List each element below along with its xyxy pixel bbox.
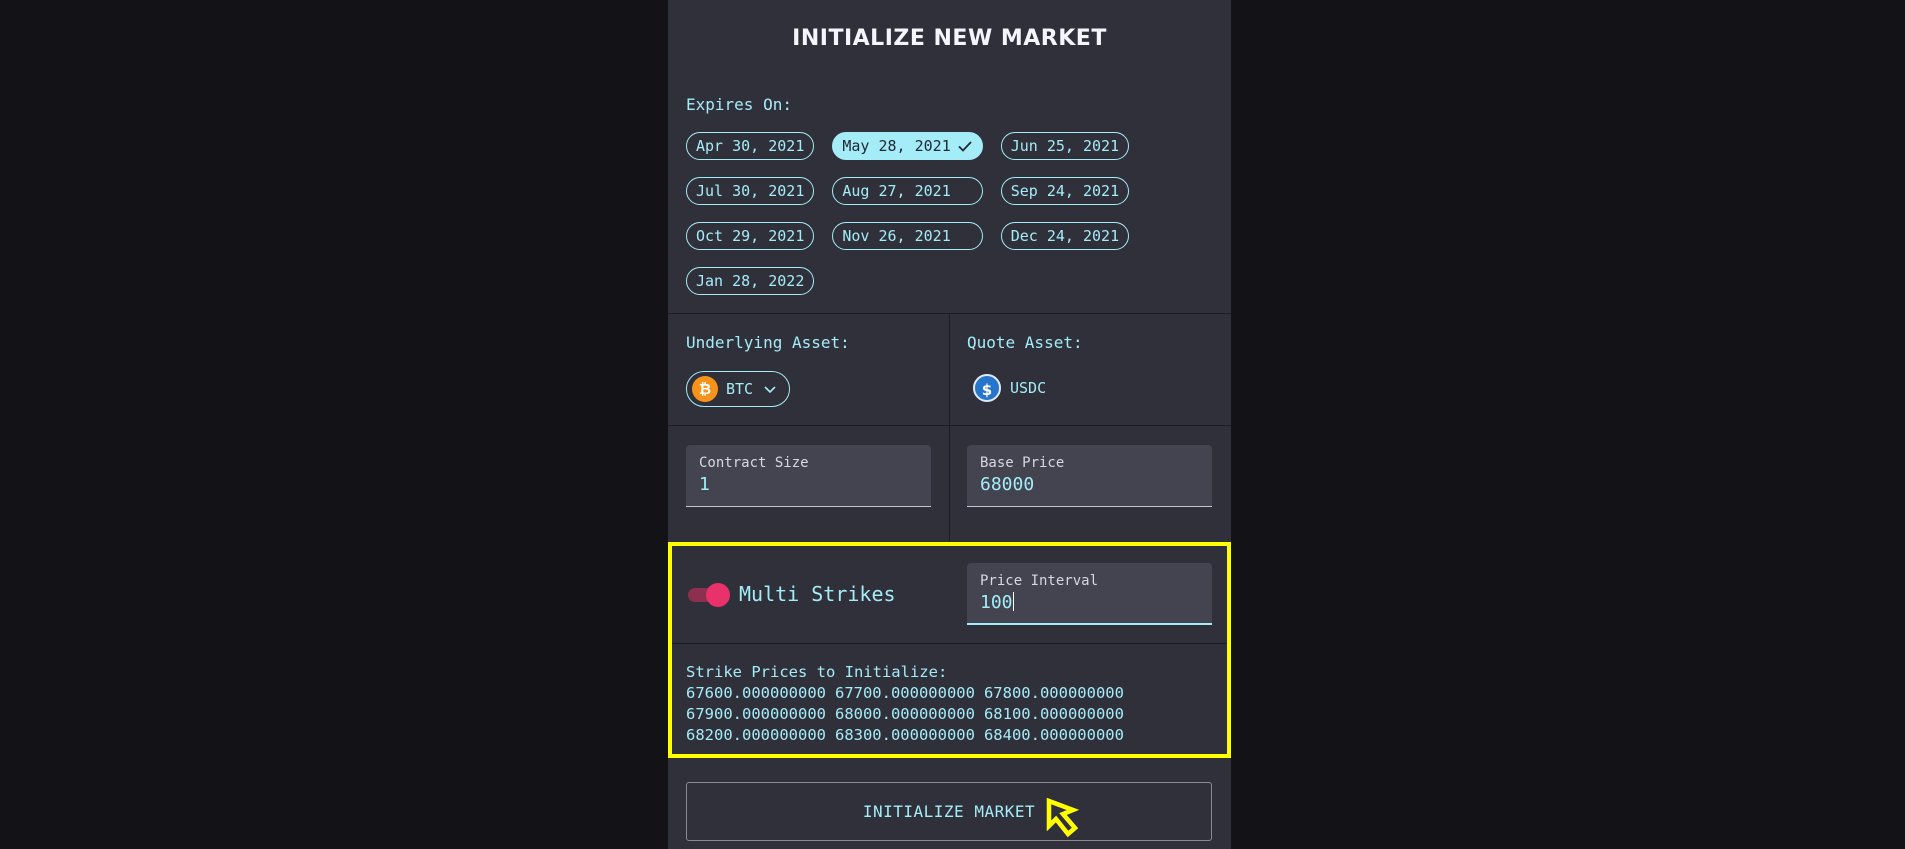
expiry-option-label: Apr 30, 2021 (696, 137, 805, 155)
expiry-option-chip[interactable]: Jan 28, 2022 (686, 267, 815, 295)
expiry-option-label: Aug 27, 2021 (842, 182, 951, 200)
underlying-asset-value: BTC (726, 380, 754, 398)
quote-asset-value: USDC (1010, 379, 1047, 397)
page-title: INITIALIZE NEW MARKET (792, 26, 1107, 51)
divider (668, 425, 1231, 426)
expiry-option-label: May 28, 2021 (842, 137, 951, 155)
expiry-option-label: Nov 26, 2021 (842, 227, 951, 245)
expiry-option-chip[interactable]: Jun 25, 2021 (1000, 132, 1130, 160)
initialize-market-button[interactable]: INITIALIZE MARKET (686, 782, 1212, 841)
expiry-option-label: Jun 25, 2021 (1010, 137, 1120, 155)
usdc-icon: $ (973, 374, 1001, 402)
expiry-option-chip[interactable]: Apr 30, 2021 (686, 132, 815, 160)
checkmark-icon (958, 141, 972, 152)
expiry-option-label: Dec 24, 2021 (1010, 227, 1120, 245)
expiry-option-label: Jan 28, 2022 (696, 272, 805, 290)
contract-size-input[interactable]: 1 (699, 474, 710, 495)
chevron-down-icon (764, 386, 776, 394)
expiry-option-label: Oct 29, 2021 (696, 227, 805, 245)
base-price-input[interactable]: 68000 (980, 474, 1034, 495)
expiry-option-label: Jul 30, 2021 (696, 182, 805, 200)
expiry-option-chip[interactable]: Aug 27, 2021 (832, 177, 983, 205)
expiry-chip-group: Apr 30, 2021 May 28, 2021 Jun 25, 2021 Jul … (686, 132, 1206, 295)
contract-size-field[interactable]: Contract Size 1 (686, 445, 931, 507)
cursor-arrow-icon (1046, 797, 1080, 838)
divider (949, 313, 950, 541)
expiry-option-chip[interactable]: Nov 26, 2021 (832, 222, 983, 250)
quote-asset-label: Quote Asset: (967, 333, 1083, 352)
base-price-label: Base Price (980, 455, 1065, 471)
underlying-asset-select[interactable]: ₿ BTC (686, 371, 790, 407)
expiry-option-chip[interactable]: Oct 29, 2021 (686, 222, 815, 250)
expiry-option-label: Sep 24, 2021 (1010, 182, 1120, 200)
expiry-option-chip[interactable]: Dec 24, 2021 (1000, 222, 1130, 250)
expiry-option-chip[interactable]: Jul 30, 2021 (686, 177, 815, 205)
expires-label: Expires On: (686, 95, 792, 114)
expiry-option-chip[interactable]: May 28, 2021 (832, 132, 983, 160)
bitcoin-icon: ₿ (692, 376, 718, 402)
highlight-box (668, 542, 1231, 758)
underlying-asset-label: Underlying Asset: (686, 333, 850, 352)
contract-size-label: Contract Size (699, 455, 809, 471)
quote-asset: $ USDC (973, 374, 1046, 402)
base-price-field[interactable]: Base Price 68000 (967, 445, 1212, 507)
expiry-option-chip[interactable]: Sep 24, 2021 (1000, 177, 1130, 205)
